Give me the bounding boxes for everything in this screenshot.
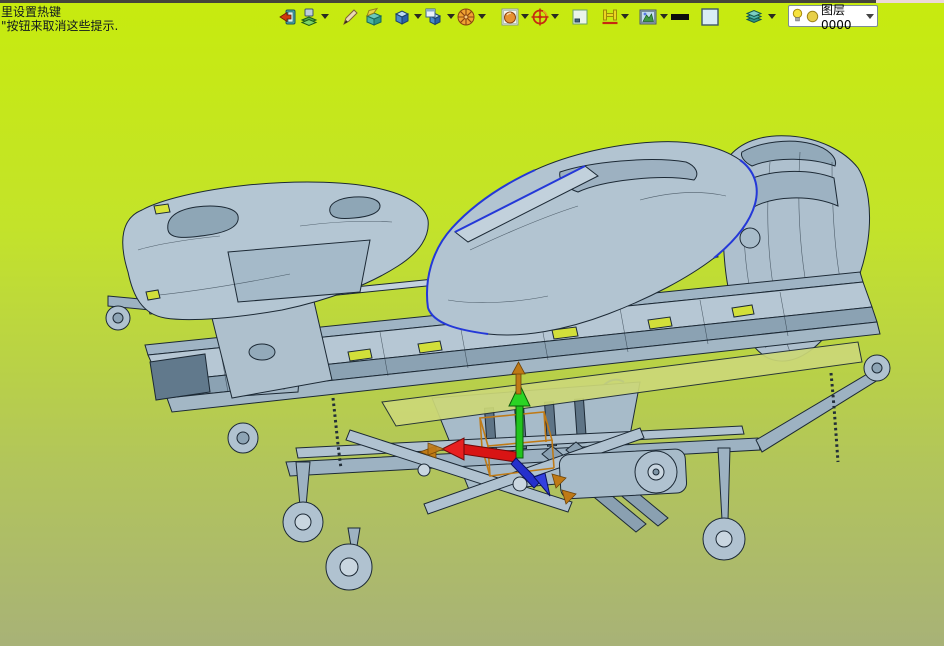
hint-text: 里设置热键 "按钮来取消这些提示. <box>1 5 118 33</box>
siderail-panel-left[interactable] <box>122 181 429 321</box>
material-sphere-dropdown[interactable] <box>521 14 529 19</box>
thickness-bar-icon[interactable] <box>670 7 690 27</box>
layer-combo-value: 图层0000 <box>821 2 852 32</box>
blank-square-icon[interactable] <box>700 7 720 27</box>
exit-confirm-icon[interactable] <box>278 7 298 27</box>
target-compass-dropdown[interactable] <box>551 14 559 19</box>
suppress-layers-icon[interactable] <box>744 7 764 27</box>
lightbulb-icon <box>792 8 803 22</box>
viewport-3d[interactable] <box>0 0 944 646</box>
render-wheel-dropdown[interactable] <box>478 14 486 19</box>
layer-combobox[interactable]: 图层0000 <box>788 3 878 32</box>
solid-cube-icon[interactable] <box>392 7 412 27</box>
hint-line2: "按钮来取消这些提示. <box>1 19 119 33</box>
sketch-pen-icon[interactable] <box>340 7 360 27</box>
render-wheel-icon[interactable] <box>456 7 476 27</box>
scene-render-icon[interactable] <box>638 7 658 27</box>
material-sphere-icon[interactable] <box>500 7 520 27</box>
dimension-h-dropdown[interactable] <box>621 14 629 19</box>
dimension-h-icon[interactable] <box>600 7 620 27</box>
solid-cube-dropdown[interactable] <box>414 14 422 19</box>
open-box-icon[interactable] <box>364 7 384 27</box>
cube-window-icon[interactable] <box>424 7 444 27</box>
hint-line1: 里设置热键 <box>1 5 62 19</box>
suppress-layers-dropdown[interactable] <box>768 14 776 19</box>
target-compass-icon[interactable] <box>530 7 550 27</box>
layer-color-swatch <box>806 10 819 22</box>
cube-window-dropdown[interactable] <box>447 14 455 19</box>
canvas-frame-icon[interactable] <box>570 7 590 27</box>
insert-component-icon[interactable] <box>300 7 320 27</box>
layer-combo-dropdown-arrow[interactable] <box>866 13 874 19</box>
insert-component-dropdown[interactable] <box>321 14 329 19</box>
footboard-hinge[interactable] <box>739 227 761 249</box>
scene-render-dropdown[interactable] <box>660 14 668 19</box>
